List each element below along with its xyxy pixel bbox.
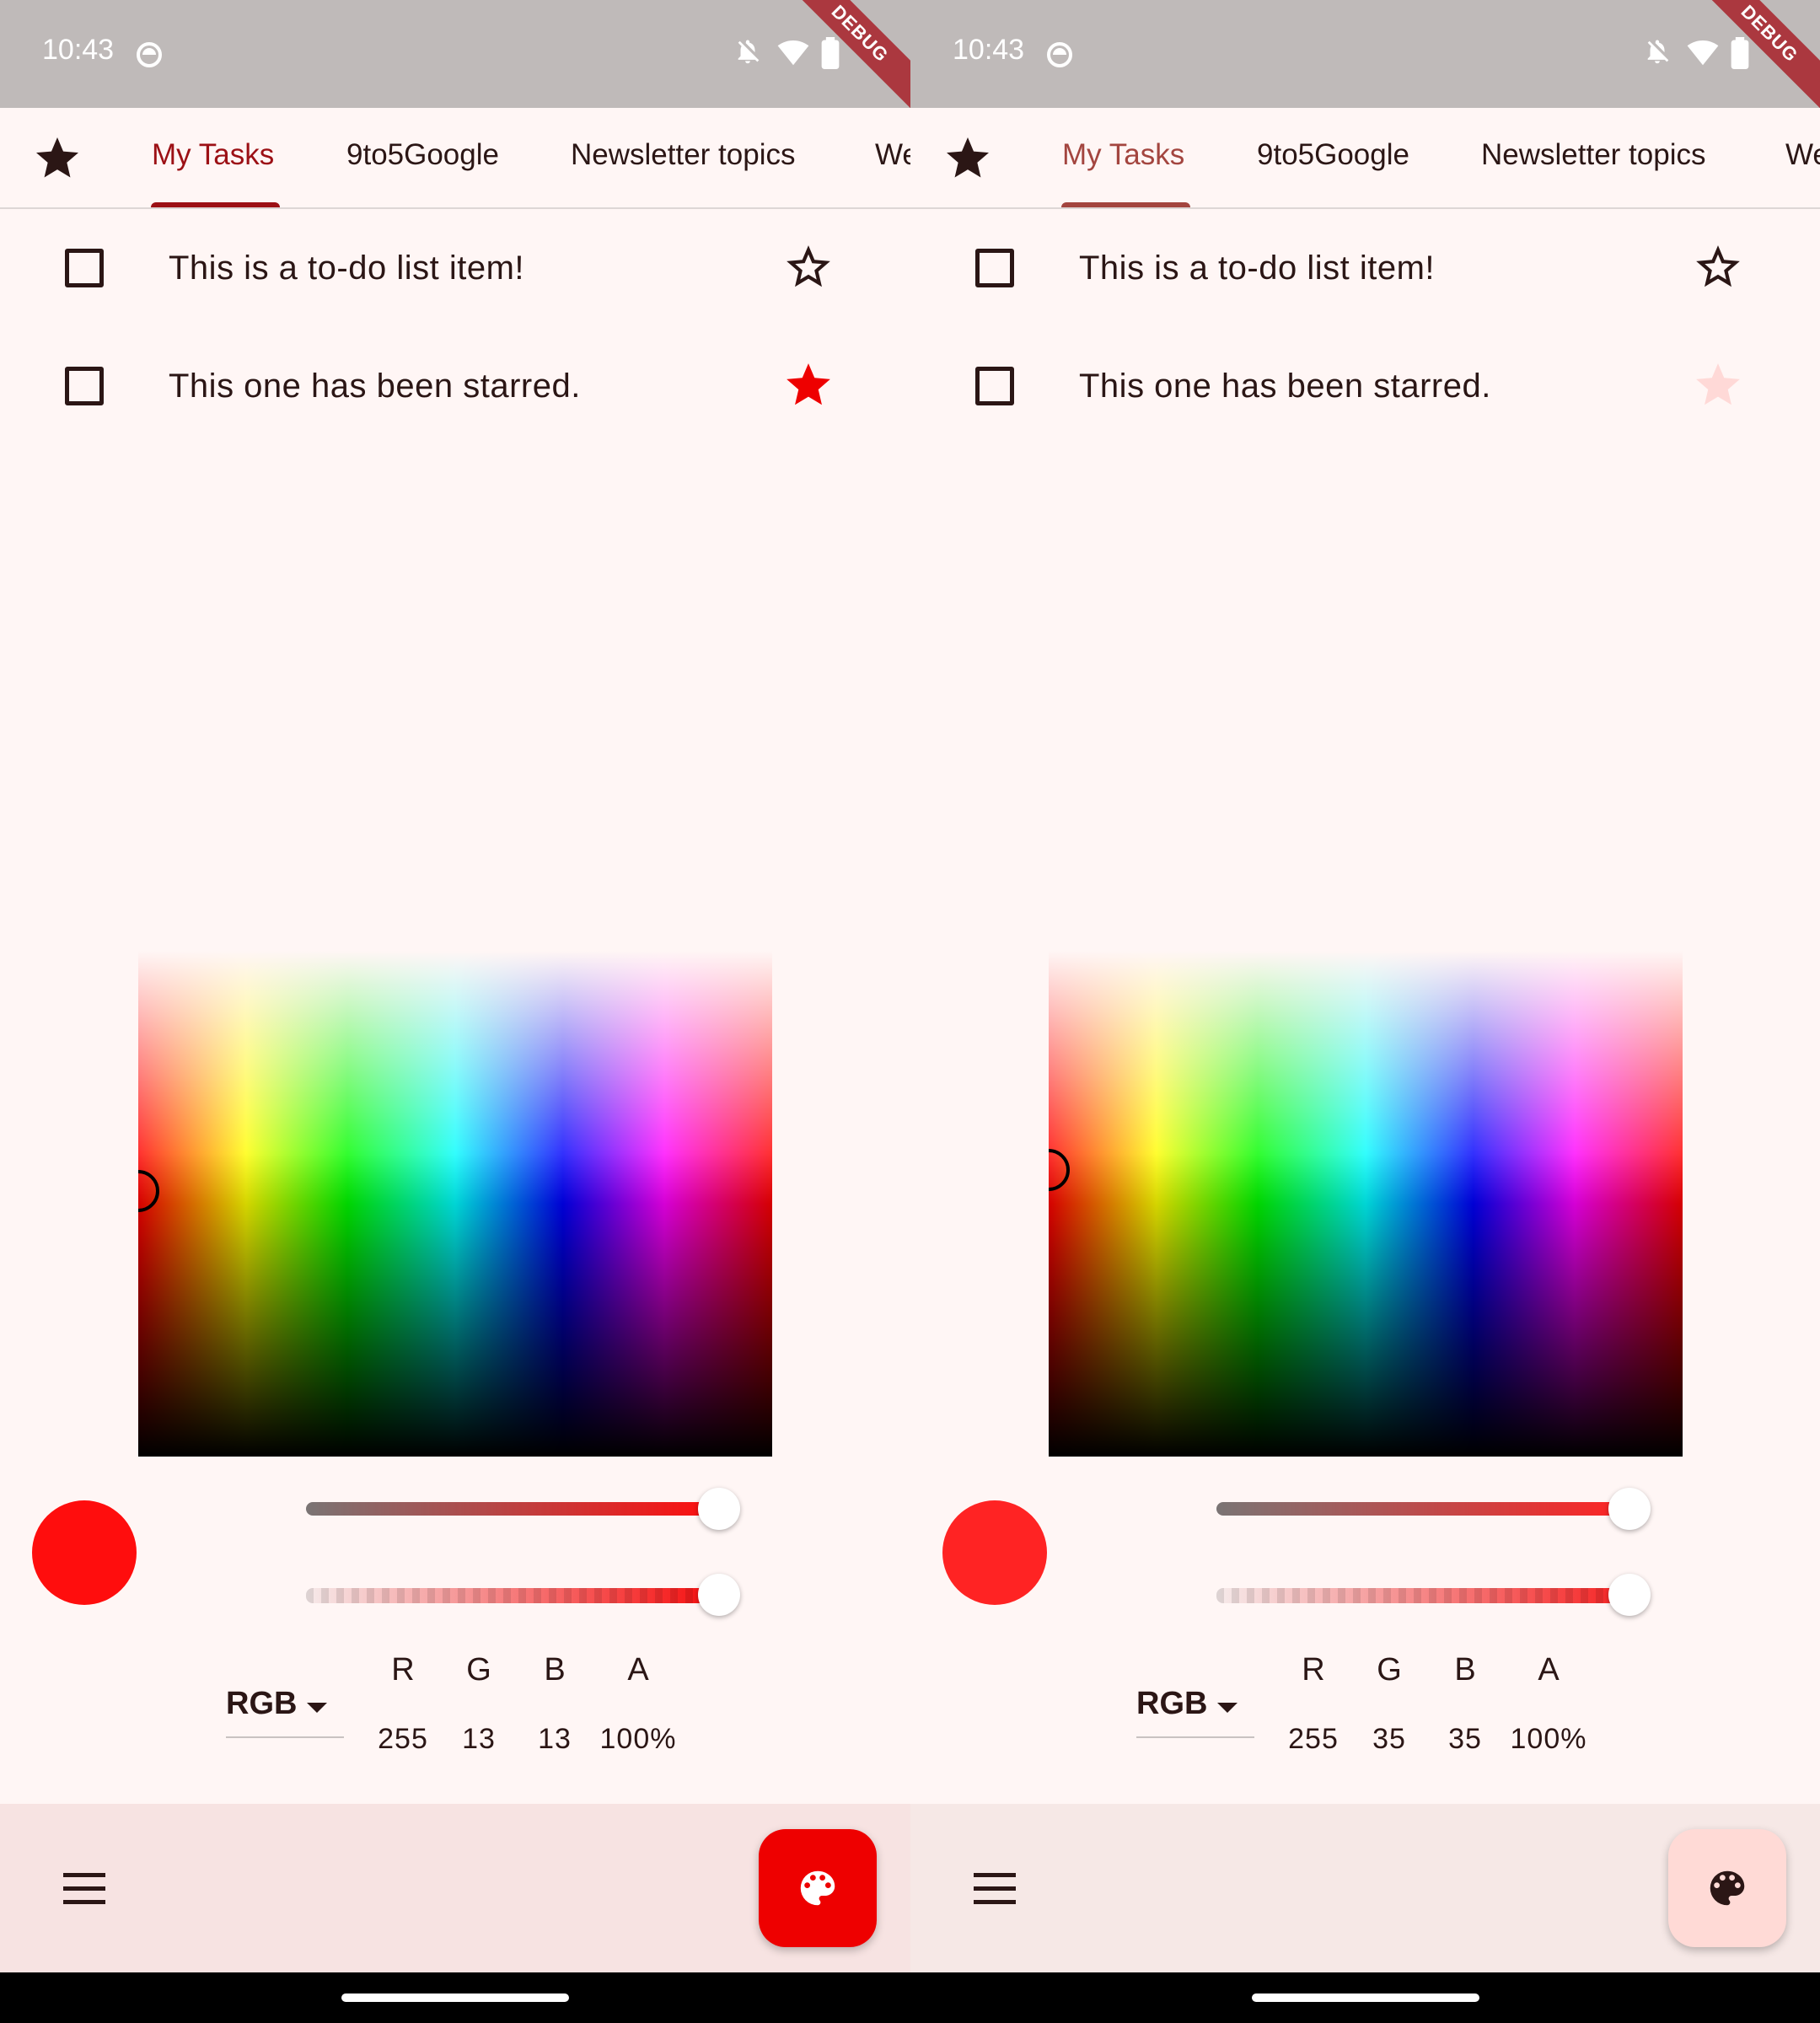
home-gesture-handle[interactable] [341, 1993, 569, 2002]
tab-bar: My Tasks 9to5Google Newsletter topics We [910, 108, 1820, 209]
channel-label-g: G [1377, 1652, 1402, 1688]
notification-icon [1047, 42, 1072, 67]
channel-label-r: R [1302, 1652, 1325, 1688]
hue-slider[interactable] [306, 1502, 719, 1516]
channel-value-g: 13 [462, 1723, 496, 1755]
bell-off-icon [738, 40, 760, 64]
task-checkbox[interactable] [65, 367, 104, 405]
system-nav-bar [0, 1972, 910, 2023]
palette-icon [800, 1870, 835, 1906]
list-item[interactable]: This is a to-do list item! [910, 217, 1820, 319]
wifi-icon [1687, 40, 1719, 66]
palette-fab-button[interactable] [1668, 1829, 1786, 1947]
task-checkbox[interactable] [975, 367, 1014, 405]
channel-value-r: 255 [1288, 1723, 1339, 1755]
list-item[interactable]: This is a to-do list item! [0, 217, 910, 319]
menu-icon[interactable] [974, 1873, 1016, 1907]
palette-fab-button[interactable] [759, 1829, 877, 1947]
channel-value-b: 13 [538, 1723, 572, 1755]
status-time: 10:43 [953, 34, 1025, 66]
wifi-icon [777, 40, 809, 66]
hue-slider-thumb[interactable] [698, 1488, 740, 1530]
color-mode-label: RGB [226, 1686, 298, 1721]
palette-icon [1710, 1870, 1745, 1906]
notification-icon [137, 42, 162, 67]
channel-label-b: B [1454, 1652, 1476, 1688]
star-filled-icon[interactable] [1692, 359, 1744, 411]
channel-value-a: 100% [1510, 1723, 1587, 1755]
alpha-slider-thumb[interactable] [698, 1574, 740, 1616]
tab-indicator [1061, 202, 1190, 207]
battery-icon [821, 37, 840, 69]
phone-screen-left: 10:43 DEBUG My Tasks 9to5Google Newslett… [0, 0, 910, 2023]
tab-9to5google[interactable]: 9to5Google [1257, 108, 1409, 207]
menu-icon[interactable] [63, 1873, 105, 1907]
starred-tab-icon[interactable] [942, 133, 993, 184]
chevron-down-icon [1217, 1703, 1237, 1713]
star-outline-icon[interactable] [782, 241, 835, 293]
color-mode-dropdown[interactable]: RGB [226, 1677, 344, 1738]
tab-we[interactable]: We [1785, 108, 1820, 207]
alpha-slider-thumb[interactable] [1608, 1574, 1651, 1616]
status-time: 10:43 [42, 34, 115, 66]
color-picker-area[interactable] [138, 951, 772, 1457]
bottom-app-bar [0, 1804, 910, 1972]
alpha-slider[interactable] [306, 1588, 719, 1603]
task-text: This is a to-do list item! [1079, 250, 1436, 287]
tab-newsletter-topics[interactable]: Newsletter topics [1481, 108, 1705, 207]
channel-label-b: B [544, 1652, 566, 1688]
selected-color-swatch [942, 1500, 1047, 1605]
star-outline-icon[interactable] [1692, 241, 1744, 293]
channel-label-a: A [1538, 1652, 1560, 1688]
channel-value-r: 255 [378, 1723, 428, 1755]
task-checkbox[interactable] [65, 249, 104, 287]
star-filled-icon[interactable] [782, 359, 835, 411]
channel-value-b: 35 [1448, 1723, 1482, 1755]
tab-my-tasks[interactable]: My Tasks [1062, 108, 1184, 207]
selected-color-swatch [32, 1500, 137, 1605]
channel-value-g: 35 [1372, 1723, 1406, 1755]
system-nav-bar [910, 1972, 1820, 2023]
bottom-app-bar [910, 1804, 1820, 1972]
tab-newsletter-topics[interactable]: Newsletter topics [571, 108, 795, 207]
list-item[interactable]: This one has been starred. [0, 335, 910, 437]
task-checkbox[interactable] [975, 249, 1014, 287]
battery-icon [1731, 37, 1749, 69]
channel-label-g: G [466, 1652, 491, 1688]
alpha-slider[interactable] [1216, 1588, 1629, 1603]
channel-label-r: R [391, 1652, 415, 1688]
color-mode-label: RGB [1136, 1686, 1208, 1721]
tab-bar: My Tasks 9to5Google Newsletter topics We [0, 108, 910, 209]
tab-indicator [151, 202, 280, 207]
color-mode-dropdown[interactable]: RGB [1136, 1677, 1254, 1738]
tab-9to5google[interactable]: 9to5Google [346, 108, 499, 207]
home-gesture-handle[interactable] [1251, 1993, 1479, 2002]
tab-my-tasks[interactable]: My Tasks [152, 108, 274, 207]
phone-screen-right: 10:43 DEBUG My Tasks 9to5Google Newslett… [910, 0, 1820, 2023]
hue-slider[interactable] [1216, 1502, 1629, 1516]
task-text: This one has been starred. [1079, 368, 1491, 405]
list-item[interactable]: This one has been starred. [910, 335, 1820, 437]
task-text: This one has been starred. [169, 368, 581, 405]
tab-we[interactable]: We [875, 108, 910, 207]
task-text: This is a to-do list item! [169, 250, 525, 287]
channel-value-a: 100% [599, 1723, 677, 1755]
color-picker-area[interactable] [1049, 951, 1683, 1457]
channel-label-a: A [627, 1652, 649, 1688]
status-bar: 10:43 DEBUG [0, 0, 910, 124]
hue-slider-thumb[interactable] [1608, 1488, 1651, 1530]
status-bar: 10:43 DEBUG [910, 0, 1820, 124]
chevron-down-icon [307, 1703, 327, 1713]
bell-off-icon [1647, 40, 1669, 64]
starred-tab-icon[interactable] [32, 133, 83, 184]
